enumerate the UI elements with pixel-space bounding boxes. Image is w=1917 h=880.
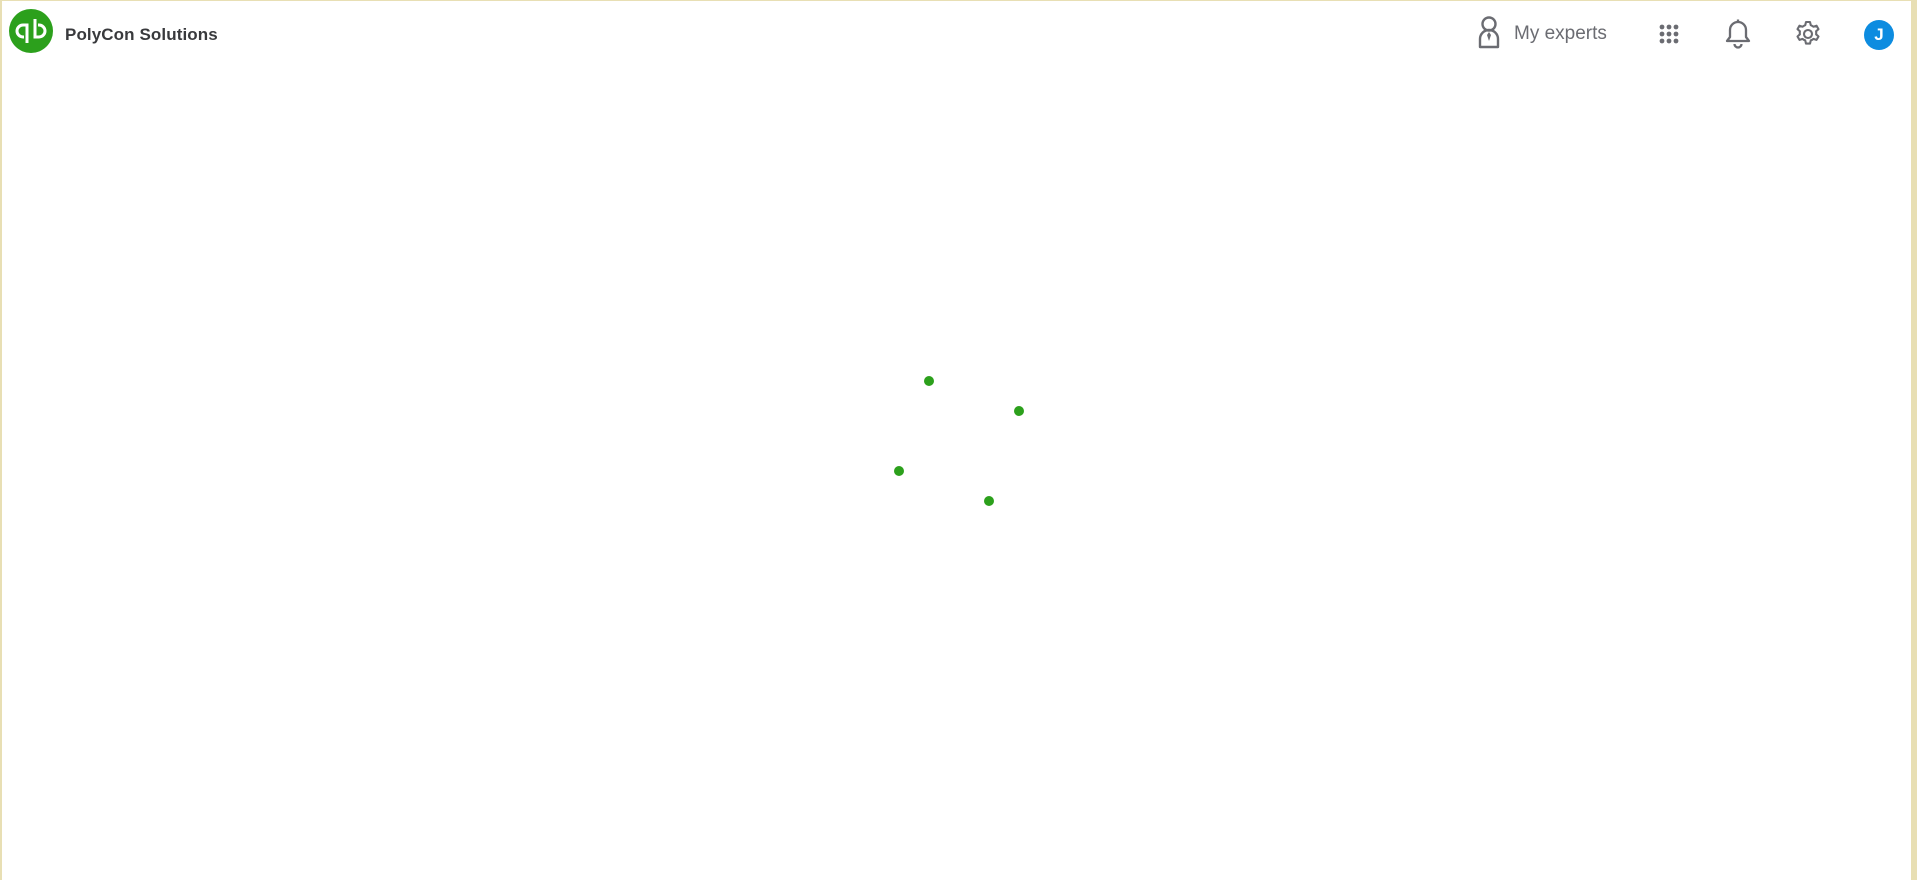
expert-person-icon: [1478, 15, 1500, 54]
spinner-dot: [924, 376, 934, 386]
quickbooks-logo-icon[interactable]: [9, 9, 53, 53]
spinner-dot: [894, 466, 904, 476]
gear-icon[interactable]: [1791, 17, 1825, 51]
top-navigation-bar: PolyCon Solutions My experts J: [2, 1, 1911, 69]
bell-icon[interactable]: [1721, 17, 1755, 51]
my-experts-label: My experts: [1514, 23, 1607, 44]
apps-grid-icon[interactable]: [1652, 17, 1686, 51]
spinner-dot: [1014, 406, 1024, 416]
user-avatar[interactable]: J: [1864, 20, 1894, 50]
company-name[interactable]: PolyCon Solutions: [65, 25, 218, 45]
loading-spinner: [882, 371, 1024, 511]
spinner-dot: [984, 496, 994, 506]
my-experts-button[interactable]: My experts: [1478, 15, 1607, 54]
app-window: PolyCon Solutions My experts J: [0, 0, 1917, 880]
